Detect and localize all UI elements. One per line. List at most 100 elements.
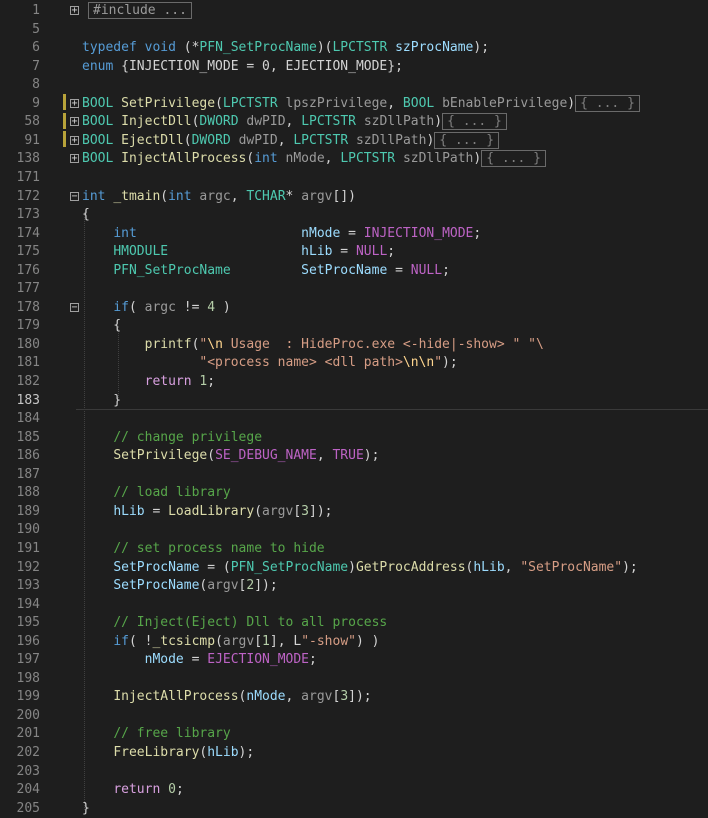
code-line[interactable]: 192 SetProcName = (PFN_SetProcName)GetPr… xyxy=(0,559,708,578)
code-token: LPCTSTR xyxy=(332,40,388,56)
code-token: , xyxy=(285,114,302,130)
code-line[interactable]: 186 SetPrivilege(SE_DEBUG_NAME, TRUE); xyxy=(0,447,708,466)
code-text: int nMode = INJECTION_MODE; xyxy=(82,225,481,244)
code-line[interactable]: 200 xyxy=(0,707,708,726)
code-token: ( xyxy=(128,299,145,315)
code-line[interactable]: 180 printf("\n Usage : HideProc.exe <-hi… xyxy=(0,336,708,355)
collapsed-region[interactable]: { ... } xyxy=(575,94,640,112)
code-token: = xyxy=(340,225,364,241)
code-line[interactable]: 189 hLib = LoadLibrary(argv[3]); xyxy=(0,503,708,522)
code-token: } xyxy=(82,800,90,816)
code-line[interactable]: 198 xyxy=(0,670,708,689)
expand-fold-icon[interactable]: + xyxy=(70,154,79,164)
expand-fold-icon[interactable]: + xyxy=(70,6,79,16)
line-number: 176 xyxy=(16,262,40,278)
code-line[interactable]: 178 − if( argc != 4 ) xyxy=(0,299,708,318)
code-line[interactable]: 177 xyxy=(0,280,708,299)
code-line[interactable]: 179 { xyxy=(0,317,708,336)
code-line[interactable]: 193 SetProcName(argv[2]); xyxy=(0,577,708,596)
code-token: ; xyxy=(309,652,317,668)
code-line[interactable]: 172− int _tmain(int argc, TCHAR* argv[]) xyxy=(0,188,708,207)
code-token: ); xyxy=(363,448,380,464)
code-line[interactable]: 195 // Inject(Eject) Dll to all process xyxy=(0,614,708,633)
collapsed-region[interactable]: { ... } xyxy=(442,113,507,131)
code-token: ); xyxy=(473,40,490,56)
code-line[interactable]: 9 + BOOL SetPrivilege(LPCTSTR lpszPrivileg… xyxy=(0,94,708,114)
line-number: 201 xyxy=(16,726,40,742)
code-line[interactable]: 91 + BOOL EjectDll(DWORD dwPID, LPCTSTR sz… xyxy=(0,131,708,151)
collapse-fold-icon[interactable]: − xyxy=(70,302,79,312)
code-line[interactable]: 176 PFN_SetProcName SetProcName = NULL; xyxy=(0,262,708,281)
expand-fold-icon[interactable]: + xyxy=(70,117,79,127)
line-number: 191 xyxy=(16,540,40,556)
code-line[interactable]: 138 + BOOL InjectAllProcess(int nMode, LPC… xyxy=(0,150,708,169)
code-token: argc xyxy=(199,188,231,204)
collapsed-region[interactable]: { ... } xyxy=(481,150,547,168)
code-line[interactable]: 175 HMODULE hLib = NULL; xyxy=(0,243,708,262)
code-line[interactable]: 183 } xyxy=(0,392,708,411)
collapse-fold-icon[interactable]: − xyxy=(70,191,79,201)
code-line[interactable]: 185 // change privilege xyxy=(0,429,708,448)
code-token: INJECTION_MODE xyxy=(363,225,474,241)
code-line[interactable]: 203 xyxy=(0,763,708,782)
code-line[interactable]: 173 { xyxy=(0,206,708,225)
code-line[interactable]: 202 FreeLibrary(hLib); xyxy=(0,744,708,763)
code-line[interactable]: 197 nMode = EJECTION_MODE; xyxy=(0,651,708,670)
code-line[interactable]: 188 // load library xyxy=(0,484,708,503)
code-line[interactable]: 174 int nMode = INJECTION_MODE; xyxy=(0,225,708,244)
code-line[interactable]: 205} xyxy=(0,800,708,818)
code-token: ( ! xyxy=(128,633,153,649)
line-number: 5 xyxy=(32,21,40,37)
expand-fold-icon[interactable]: + xyxy=(70,135,79,145)
code-line[interactable]: 191 // set process name to hide xyxy=(0,540,708,559)
collapsed-region[interactable]: { ... } xyxy=(434,131,500,149)
line-number: 138 xyxy=(16,151,40,167)
code-line[interactable]: 184 xyxy=(0,410,708,429)
code-line[interactable]: 194 xyxy=(0,596,708,615)
code-line[interactable]: 6 typedef void (*PFN_SetProcName)(LPCTSTR… xyxy=(0,39,708,58)
code-token: 1 xyxy=(262,633,270,649)
code-token: bEnablePrivilege xyxy=(442,95,568,111)
line-number: 173 xyxy=(16,207,40,223)
code-line[interactable]: 199 InjectAllProcess(nMode, argv[3]); xyxy=(0,688,708,707)
code-line[interactable]: 187 xyxy=(0,466,708,485)
code-line[interactable]: 204 return 0; xyxy=(0,781,708,800)
code-token: ( xyxy=(215,95,223,111)
code-line[interactable]: 181 "<process name> <dll path>\n\n"); xyxy=(0,354,708,373)
line-number: 190 xyxy=(16,522,40,538)
code-editor[interactable]: 1 + #include ... 5 6 typedef void (*PFN_SetPr… xyxy=(0,0,708,816)
code-line[interactable]: 58 + BOOL InjectDll(DWORD dwPID, LPCTSTR s… xyxy=(0,113,708,132)
code-token: DWORD xyxy=(199,114,239,130)
collapsed-region[interactable]: #include ... xyxy=(88,2,192,19)
expand-fold-icon[interactable]: + xyxy=(70,98,79,108)
code-line[interactable]: 190 xyxy=(0,521,708,540)
code-text: SetProcName(argv[2]); xyxy=(82,577,278,596)
code-token: ]); xyxy=(254,578,278,594)
code-line[interactable]: 182 return 1; xyxy=(0,373,708,392)
code-token: ( xyxy=(215,633,223,649)
code-line[interactable]: 201 // free library xyxy=(0,725,708,744)
code-line[interactable]: 196 if( !_tcsicmp(argv[1], L"-show") ) xyxy=(0,633,708,652)
code-line[interactable]: 8 xyxy=(0,76,708,95)
line-number: 196 xyxy=(16,633,40,649)
code-token: LoadLibrary xyxy=(168,503,255,519)
line-number: 179 xyxy=(16,318,40,334)
code-text: BOOL InjectDll(DWORD dwPID, LPCTSTR szDl… xyxy=(82,113,507,132)
code-token: = xyxy=(183,652,208,668)
code-line[interactable]: 7 enum {INJECTION_MODE = 0, EJECTION_MODE… xyxy=(0,58,708,77)
code-line[interactable]: 5 xyxy=(0,21,708,40)
code-token: " xyxy=(434,355,443,371)
line-number: 193 xyxy=(16,578,40,594)
line-number: 203 xyxy=(16,763,40,779)
code-line[interactable]: 1 + #include ... xyxy=(0,2,708,21)
code-token: ) xyxy=(434,114,443,130)
code-token: _tcsicmp xyxy=(152,633,216,649)
code-text: hLib = LoadLibrary(argv[3]); xyxy=(82,503,332,522)
code-line[interactable]: 171 xyxy=(0,169,708,188)
